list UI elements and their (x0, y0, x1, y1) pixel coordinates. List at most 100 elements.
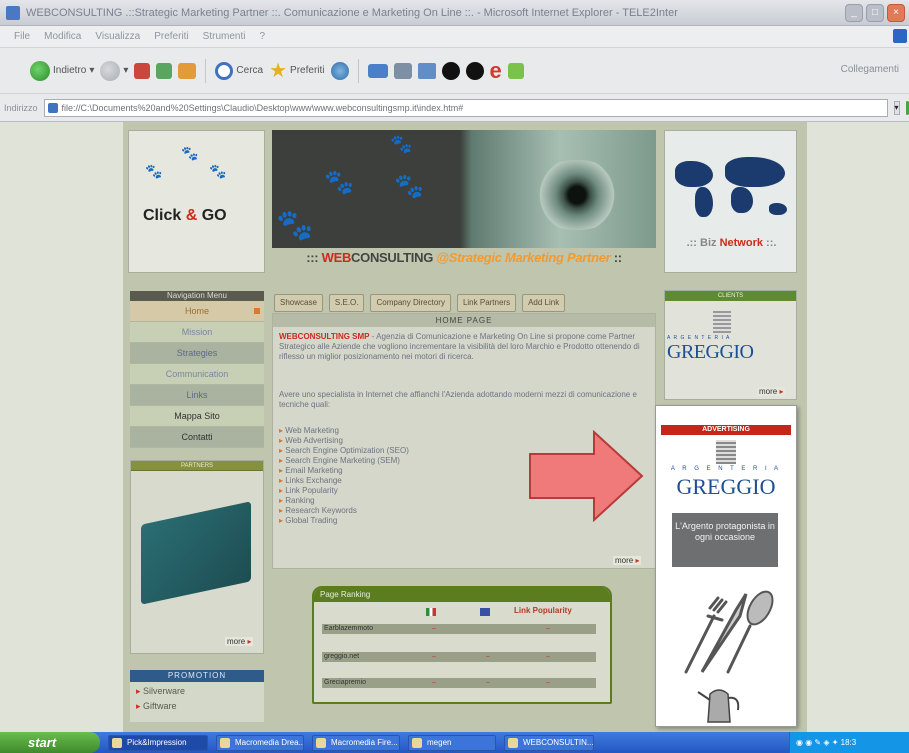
menu-file[interactable]: File (14, 31, 30, 42)
content-more-link[interactable]: more (613, 556, 642, 565)
tab-company-directory[interactable]: Company Directory (370, 294, 451, 312)
menu-help[interactable]: ? (259, 31, 265, 42)
forward-dropdown-icon[interactable]: ▾ (123, 65, 128, 76)
menu-strumenti[interactable]: Strumenti (203, 31, 246, 42)
tab-link-partners[interactable]: Link Partners (456, 294, 517, 312)
menu-bar: File Modifica Visualizza Preferiti Strum… (0, 26, 909, 48)
page-ranking-box: Page Ranking Link Popularity Earblazemmo… (312, 586, 612, 704)
service-item[interactable]: Web Marketing (279, 426, 409, 436)
content-tabs: Showcase S.E.O. Company Directory Link P… (274, 294, 566, 312)
search-button[interactable]: Cerca (215, 56, 263, 86)
ranking-row: Greciapremio – – – (322, 678, 596, 688)
back-label: Indietro (53, 65, 87, 76)
link-popularity-label: Link Popularity (514, 606, 572, 615)
links-label[interactable]: Collegamenti (841, 64, 899, 75)
highlight-arrow-icon (529, 430, 644, 522)
ranking-keyword: greggio.net (324, 653, 360, 660)
menu-modifica[interactable]: Modifica (44, 31, 81, 42)
nav-item-links[interactable]: Links (130, 385, 264, 406)
service-item[interactable]: Links Exchange (279, 476, 409, 486)
ie-logo-icon[interactable]: e (490, 59, 502, 82)
address-dropdown-icon[interactable]: ▾ (893, 100, 900, 115)
back-button[interactable]: Indietro ▾ (30, 56, 94, 86)
minimize-button[interactable]: _ (845, 4, 863, 22)
tray-icons[interactable]: ◉ ◉ ✎ ◈ ✦ (796, 738, 841, 747)
biz-network-map[interactable]: .:: Biz Network ::. (664, 130, 797, 273)
ranking-keyword: Greciapremio (324, 679, 367, 686)
back-arrow-icon (30, 60, 50, 81)
start-button[interactable]: start (0, 732, 100, 753)
maximize-button[interactable]: □ (866, 4, 884, 22)
service-item[interactable]: Email Marketing (279, 466, 409, 476)
gift-box-image[interactable] (141, 501, 251, 605)
edit-icon[interactable] (417, 62, 436, 79)
forward-arrow-icon (100, 60, 121, 81)
favorites-button[interactable]: ★ Preferiti (269, 56, 324, 86)
nav-item-mission[interactable]: Mission (130, 322, 264, 343)
taskbar-item[interactable]: Macromedia Fire... (312, 734, 400, 751)
back-dropdown-icon[interactable]: ▾ (89, 65, 94, 76)
toolbar-separator (357, 58, 359, 83)
nav-item-communication[interactable]: Communication (130, 364, 264, 385)
logo-text: Click & GO (143, 207, 227, 225)
site-logo[interactable]: 🐾 🐾 🐾 Click & GO (128, 130, 265, 273)
media-icon[interactable] (465, 61, 484, 80)
nav-item-contatti[interactable]: Contatti (130, 427, 264, 448)
address-input[interactable]: file://C:\Documents%20and%20Settings\Cla… (43, 98, 888, 117)
mail-icon[interactable] (367, 63, 388, 78)
service-item[interactable]: Link Popularity (279, 486, 409, 496)
content-header: HOME PAGE (273, 314, 655, 327)
taskbar-item[interactable]: Macromedia Drea... (216, 734, 304, 751)
tab-add-link[interactable]: Add Link (522, 294, 566, 312)
tab-seo[interactable]: S.E.O. (328, 294, 365, 312)
tab-showcase[interactable]: Showcase (274, 294, 323, 312)
search-label: Cerca (236, 65, 264, 76)
partners-box: PARTNERS more (130, 460, 264, 654)
taskbar-item[interactable]: megen (408, 734, 496, 751)
menu-visualizza[interactable]: Visualizza (95, 31, 140, 42)
promo-link-silverware[interactable]: Silverware (130, 686, 264, 697)
stop-icon[interactable] (134, 62, 151, 79)
page-icon (47, 102, 58, 113)
go-arrow-icon[interactable] (905, 100, 909, 115)
msn-icon[interactable] (507, 62, 524, 79)
service-item[interactable]: Ranking (279, 496, 409, 506)
taskbar-item[interactable]: WEBCONSULTIN... (504, 734, 594, 751)
clients-more-link[interactable]: more (757, 387, 786, 396)
clients-title: CLIENTS (665, 291, 796, 301)
paw-print-icon: 🐾 (181, 145, 199, 161)
menu-preferiti[interactable]: Preferiti (154, 31, 188, 42)
nav-item-home[interactable]: Home (130, 301, 264, 322)
messenger-icon[interactable] (441, 61, 460, 80)
advertising-popup[interactable]: ADVERTISING A R G E N T E R I A GREGGIO … (655, 405, 797, 727)
map-landmass (675, 161, 713, 187)
ad-greggio-logo[interactable]: GREGGIO (661, 474, 791, 500)
nav-item-mappa-sito[interactable]: Mappa Sito (130, 406, 264, 427)
paw-print-icon: 🐾 (209, 163, 227, 179)
service-item[interactable]: Web Advertising (279, 436, 409, 446)
partners-more-link[interactable]: more (225, 637, 254, 646)
taskbar: start Pick&Impression Macromedia Drea...… (0, 732, 909, 753)
close-button[interactable]: × (887, 4, 905, 22)
service-item[interactable]: Search Engine Marketing (SEM) (279, 456, 409, 466)
ad-tagline: L'Argento protagonista in ogni occasione (672, 513, 778, 567)
nav-item-strategies[interactable]: Strategies (130, 343, 264, 364)
taskbar-item[interactable]: Pick&Impression (108, 734, 208, 751)
ad-argenteria: A R G E N T E R I A (670, 466, 782, 472)
refresh-icon[interactable] (156, 62, 173, 79)
forward-button[interactable]: ▾ (100, 56, 128, 86)
client-greggio-logo[interactable]: GREGGIO (667, 341, 754, 364)
service-item[interactable]: Search Engine Optimization (SEO) (279, 446, 409, 456)
brand-line: ::: WEBCONSULTING @Strategic Marketing P… (272, 250, 656, 265)
italy-flag-icon (426, 608, 436, 616)
history-icon[interactable] (330, 61, 349, 80)
promo-link-giftware[interactable]: Giftware (130, 701, 264, 712)
service-item[interactable]: Research Keywords (279, 506, 409, 516)
clients-box: CLIENTS A R G E N T E R I A GREGGIO more (664, 290, 797, 400)
print-icon[interactable] (393, 62, 412, 79)
service-item[interactable]: Global Trading (279, 516, 409, 526)
map-landmass (731, 187, 753, 213)
greggio-crest-icon (713, 311, 731, 333)
home-icon[interactable] (178, 62, 197, 79)
favorites-label: Preferiti (290, 65, 325, 76)
